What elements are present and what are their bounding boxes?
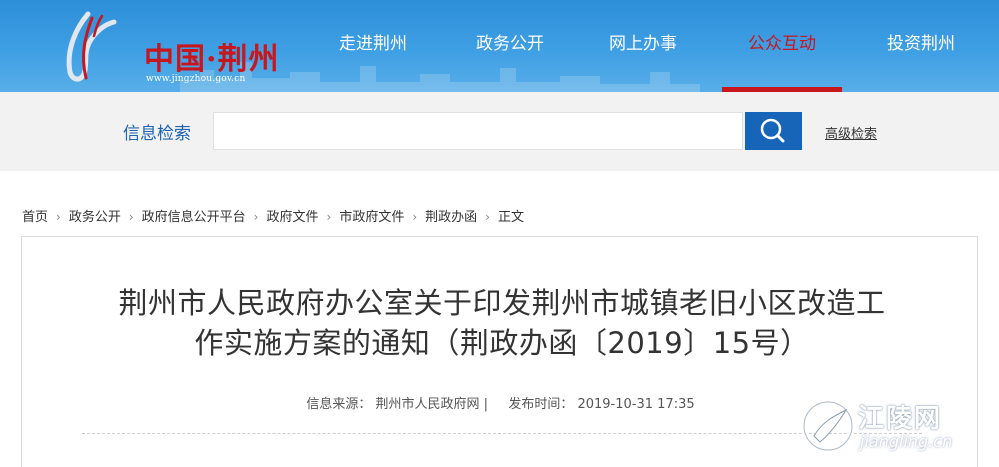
article-title-line: 作实施方案的通知（荆政办函〔2019〕15号） bbox=[194, 326, 810, 360]
watermark-text: 江陵网 bbox=[858, 404, 943, 434]
watermark: 江陵网 jiangling.cn bbox=[800, 388, 999, 467]
search-label: 信息检索 bbox=[123, 124, 191, 144]
page: 中国·荆州 www.jingzhou.gov.cn 走进荆州 政务公开 网上办事… bbox=[0, 0, 999, 467]
breadcrumb-separator: › bbox=[128, 210, 134, 224]
breadcrumb-city-docs[interactable]: 市政府文件 bbox=[339, 206, 404, 225]
breadcrumb-separator: › bbox=[253, 210, 259, 224]
search-bar: 信息检索 高级检索 bbox=[0, 92, 999, 171]
article-title: 荆州市人民政府办公室关于印发荆州市城镇老旧小区改造工 作实施方案的通知（荆政办函… bbox=[82, 283, 922, 363]
meta-divider bbox=[82, 433, 922, 434]
breadcrumb-platform[interactable]: 政府信息公开平台 bbox=[142, 206, 246, 225]
breadcrumb-home[interactable]: 首页 bbox=[22, 206, 48, 225]
source-label: 信息来源： bbox=[306, 397, 372, 412]
date-label: 发布时间： bbox=[508, 397, 574, 412]
article-title-line: 荆州市人民政府办公室关于印发荆州市城镇老旧小区改造工 bbox=[118, 286, 886, 320]
nav-item-zoujin[interactable]: 走进荆州 bbox=[313, 0, 433, 92]
watermark-domain: jiangling.cn bbox=[860, 432, 953, 451]
search-icon bbox=[760, 118, 785, 143]
logo-url: www.jingzhou.gov.cn bbox=[146, 74, 246, 84]
breadcrumb-gov-docs[interactable]: 政府文件 bbox=[266, 206, 318, 225]
breadcrumb-separator: › bbox=[326, 210, 332, 224]
search-input[interactable] bbox=[213, 112, 743, 150]
breadcrumb-separator: › bbox=[412, 210, 418, 224]
advanced-search-link[interactable]: 高级检索 bbox=[825, 123, 877, 142]
nav-item-touzi[interactable]: 投资荆州 bbox=[861, 0, 981, 92]
breadcrumb-current: 正文 bbox=[497, 210, 524, 225]
watermark-logo-icon bbox=[802, 400, 854, 452]
date-value: 2019-10-31 17:35 bbox=[577, 397, 695, 412]
logo-brush-icon bbox=[66, 11, 117, 82]
search-button[interactable] bbox=[745, 112, 802, 150]
site-header: 中国·荆州 www.jingzhou.gov.cn 走进荆州 政务公开 网上办事… bbox=[0, 0, 999, 92]
nav-item-zhengwu[interactable]: 政务公开 bbox=[450, 0, 570, 92]
site-logo[interactable]: 中国·荆州 www.jingzhou.gov.cn bbox=[58, 8, 278, 84]
source-value: 荆州市人民政府网 | bbox=[375, 397, 489, 412]
breadcrumb-separator: › bbox=[56, 210, 61, 224]
logo-text: 中国·荆州 bbox=[144, 42, 280, 77]
nav-item-gongzhong[interactable]: 公众互动 bbox=[722, 0, 842, 92]
breadcrumb: 首页 › 政务公开 › 政府信息公开平台 › 政府文件 › 市政府文件 › 荆政办函 › 正文 bbox=[22, 206, 524, 225]
breadcrumb-jzbh[interactable]: 荆政办函 bbox=[425, 206, 477, 225]
breadcrumb-zhengwu[interactable]: 政务公开 bbox=[69, 206, 121, 225]
breadcrumb-separator: › bbox=[485, 210, 490, 224]
nav-item-wangshang[interactable]: 网上办事 bbox=[583, 0, 703, 92]
